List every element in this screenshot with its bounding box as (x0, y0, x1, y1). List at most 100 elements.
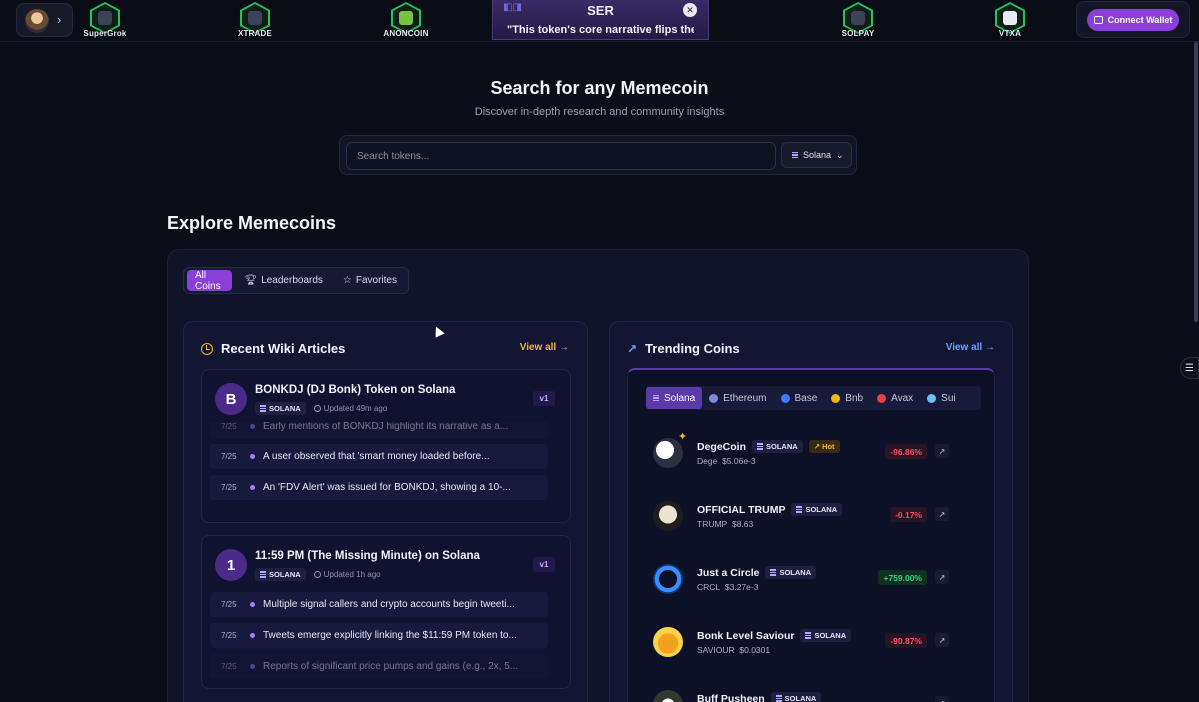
chain-tab-label: Bnb (845, 392, 864, 404)
coin-name-line: DegeCoin SOLANA ↗ Hot (697, 440, 840, 453)
coin-row[interactable]: ✦ DegeCoin SOLANA ↗ Hot Dege $5.06e-3 -9… (645, 430, 975, 480)
timeline-date: 7/25 (221, 662, 237, 671)
filter-tabs: All Coins 🏆︎ Leaderboards ☆ Favorites (183, 267, 409, 294)
chain-badge-label: SOLANA (814, 631, 847, 640)
chain-tab-label: Ethereum (723, 392, 767, 404)
connect-wallet-button[interactable]: Connect Wallet (1087, 9, 1179, 31)
chain-badge: SOLANA (765, 566, 817, 579)
chain-tab-base[interactable]: Base (774, 387, 825, 409)
wiki-article[interactable]: B BONKDJ (DJ Bonk) Token on Solana SOLAN… (201, 369, 571, 523)
timeline-item[interactable]: 7/25 Tweets emerge explicitly linking th… (210, 623, 548, 648)
timeline-date: 7/25 (221, 452, 237, 461)
logo-vtxa[interactable]: VTXA (980, 2, 1040, 38)
profile-toggle[interactable]: › (16, 3, 73, 37)
timeline-text: A user observed that 'smart money loaded… (263, 451, 490, 462)
search-input[interactable] (346, 142, 776, 170)
hero-title: Search for any Memecoin (490, 78, 709, 98)
trending-card: ↗ Trending Coins View all → Solana Ether… (609, 321, 1013, 702)
wiki-title: Recent Wiki Articles (221, 341, 346, 356)
chain-tab-solana[interactable]: Solana (646, 387, 703, 409)
article-title[interactable]: BONKDJ (DJ Bonk) Token on Solana (255, 384, 455, 396)
tab-favorites[interactable]: ☆ Favorites (335, 270, 405, 291)
article-timeline[interactable]: 7/25 Multiple signal callers and crypto … (210, 588, 548, 678)
logo-label: XTRADE (237, 29, 273, 38)
tab-all-coins[interactable]: All Coins (187, 270, 233, 292)
coin-name-line: Buff Pusheen SOLANA (697, 692, 822, 702)
wiki-view-all-link[interactable]: View all → (520, 342, 569, 353)
price-change: -90.87% (885, 633, 927, 648)
trending-view-all-link[interactable]: View all → (946, 342, 995, 353)
timeline-item[interactable]: 7/25 Early mentions of BONKDJ highlight … (210, 422, 548, 439)
popup-quote: "This token's core narrative flips the s… (507, 24, 694, 36)
timeline-date: 7/25 (221, 600, 237, 609)
chain-tab-ethereum[interactable]: Ethereum (702, 387, 773, 409)
coin-name: DegeCoin (697, 440, 747, 453)
token-popup[interactable]: ◧◨ SER ✕ "This token's core narrative fl… (492, 0, 709, 40)
chain-tab-bnb[interactable]: Bnb (824, 387, 870, 409)
coin-name: Bonk Level Saviour (697, 629, 795, 642)
timeline-item[interactable]: 7/25 Multiple signal callers and crypto … (210, 592, 548, 617)
clock-icon (313, 571, 321, 578)
article-title[interactable]: 11:59 PM (The Missing Minute) on Solana (255, 550, 480, 562)
hero-subtitle: Discover in-depth research and community… (474, 106, 725, 118)
hot-badge: ↗ Hot (808, 440, 840, 453)
logo-solpay[interactable]: SOLPAY (828, 2, 888, 38)
coin-price: $8.63 (731, 519, 754, 529)
timeline-date: 7/25 (221, 483, 237, 492)
logo-supergrok[interactable]: SuperGrok (75, 2, 135, 38)
coin-price: $0.0301 (739, 645, 771, 655)
chain-tab-label: Avax (891, 392, 914, 404)
price-change: +759.00% (878, 570, 927, 585)
coin-ticker: TRUMP (697, 519, 728, 529)
dot-icon (250, 485, 255, 490)
coin-row[interactable]: OFFICIAL TRUMP SOLANA TRUMP $8.63 -0.17%… (645, 493, 975, 543)
timeline-text: Multiple signal callers and crypto accou… (263, 599, 515, 610)
wiki-header: Recent Wiki Articles (201, 341, 345, 356)
trending-title: Trending Coins (645, 341, 740, 356)
close-icon[interactable]: ✕ (683, 3, 697, 17)
coin-name: OFFICIAL TRUMP (697, 503, 786, 516)
coin-row[interactable]: Bonk Level Saviour SOLANA SAVIOUR $0.030… (645, 619, 975, 669)
article-badge: B (215, 383, 247, 415)
external-link-icon[interactable]: ↗ (935, 570, 949, 584)
page-scrollbar[interactable] (1194, 42, 1198, 322)
dot-icon (250, 664, 255, 669)
timeline-text: Early mentions of BONKDJ highlight its n… (263, 422, 509, 432)
coin-ticker: SAVIOUR (697, 645, 735, 655)
version-badge: v1 (533, 391, 555, 406)
chevron-right-icon[interactable]: › (57, 12, 61, 27)
logo-anoncoin[interactable]: ANONCOIN (376, 2, 436, 38)
chain-tab-label: Solana (664, 392, 696, 404)
coin-price-line: Dege $5.06e-3 (697, 456, 756, 466)
coin-row[interactable]: Buff Pusheen SOLANA ↗ (645, 682, 975, 702)
chain-tabs: Solana Ethereum Base Bnb Avax Sui (646, 386, 981, 410)
timeline-item[interactable]: 7/25 A user observed that 'smart money l… (210, 444, 548, 469)
coin-logo (653, 627, 683, 657)
trending-header: ↗ Trending Coins (627, 341, 740, 356)
logo-xtrade[interactable]: XTRADE (225, 2, 285, 38)
sidebar-toggle-icon[interactable]: ☰ (1180, 357, 1199, 379)
timeline-item[interactable]: 7/25 Reports of significant price pumps … (210, 654, 548, 678)
chain-tab-avax[interactable]: Avax (870, 387, 920, 409)
coin-logo (653, 501, 683, 531)
timeline-text: An 'FDV Alert' was issued for BONKDJ, sh… (263, 482, 511, 493)
tab-leaderboards[interactable]: 🏆︎ Leaderboards (236, 270, 330, 291)
avax-icon (877, 393, 887, 403)
article-meta: SOLANA Updated 49m ago (255, 402, 387, 415)
chain-tab-sui[interactable]: Sui (920, 387, 962, 409)
external-link-icon[interactable]: ↗ (935, 507, 949, 521)
article-timeline[interactable]: 7/25 Early mentions of BONKDJ highlight … (210, 422, 548, 512)
external-link-icon[interactable]: ↗ (935, 696, 949, 702)
chain-badge-label: SOLANA (779, 568, 812, 577)
avatar[interactable] (25, 9, 49, 33)
chain-select[interactable]: Solana ⌄ (781, 142, 852, 168)
coin-row[interactable]: Just a Circle SOLANA CRCL $3.27e-3 +759.… (645, 556, 975, 606)
chain-badge: SOLANA (770, 692, 822, 702)
external-link-icon[interactable]: ↗ (935, 633, 949, 647)
wiki-article[interactable]: 1 11:59 PM (The Missing Minute) on Solan… (201, 535, 571, 689)
coin-price: $5.06e-3 (722, 456, 756, 466)
base-icon (780, 393, 790, 403)
timeline-item[interactable]: 7/25 An 'FDV Alert' was issued for BONKD… (210, 475, 548, 500)
external-link-icon[interactable]: ↗ (935, 444, 949, 458)
clock-icon (201, 342, 213, 355)
